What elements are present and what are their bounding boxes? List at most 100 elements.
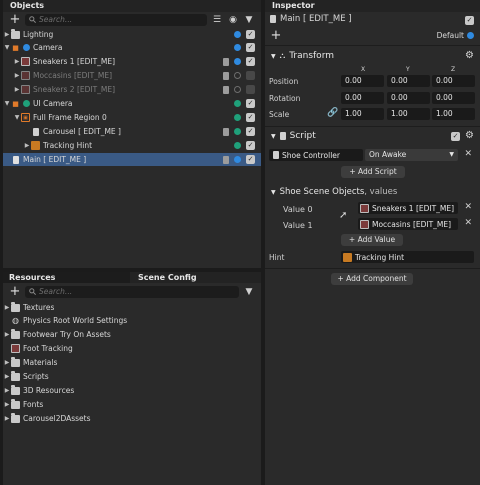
position-y-field[interactable]: 0.00 — [387, 75, 430, 87]
enabled-checkbox[interactable]: ✓ — [246, 155, 255, 164]
expand-arrow-icon[interactable]: ▶ — [13, 58, 21, 65]
script-enabled-checkbox[interactable]: ✓ — [451, 132, 460, 141]
link-scale-icon[interactable]: 🔗 — [327, 108, 338, 118]
tree-row-full-frame-region[interactable]: ▼ ▣ Full Frame Region 0 ✓ — [3, 111, 261, 124]
collapse-arrow-icon[interactable]: ▼ — [271, 53, 276, 60]
add-resource-icon[interactable]: + — [9, 285, 21, 298]
enabled-checkbox[interactable]: ✓ — [246, 43, 255, 52]
shoe-objects-header[interactable]: ▼ Shoe Scene Objects, values — [265, 184, 480, 200]
tree-row-lighting[interactable]: ▶ Lighting ✓ — [3, 28, 261, 41]
resource-item-fonts[interactable]: ▶ Fonts — [3, 398, 261, 411]
resource-item-scripts[interactable]: ▶ Scripts — [3, 370, 261, 383]
camera-icon: ■ — [12, 43, 19, 52]
expand-arrow-icon[interactable]: ▶ — [3, 31, 11, 38]
inspector-object-name[interactable]: Main [ EDIT_ME ] — [280, 14, 352, 24]
script-asset-field[interactable]: Shoe Controller — [269, 149, 363, 161]
resource-item-textures[interactable]: ▶ Textures — [3, 301, 261, 314]
value0-object-field[interactable]: Sneakers 1 [EDIT_ME] — [358, 202, 458, 214]
scale-x-field[interactable]: 1.00 — [341, 108, 384, 120]
value1-label: Value 1 — [283, 221, 313, 230]
resource-item-carousel2d[interactable]: ▶ Carousel2DAssets — [3, 412, 261, 425]
search-icon — [29, 16, 36, 23]
expand-arrow-icon[interactable]: ▶ — [3, 373, 11, 380]
layer-selector[interactable]: Default — [437, 31, 474, 40]
gear-icon[interactable]: ⚙ — [465, 130, 474, 141]
collapse-arrow-icon[interactable]: ▼ — [271, 133, 276, 140]
expand-arrow-icon[interactable]: ▶ — [3, 304, 11, 311]
tab-resources[interactable]: Resources — [3, 272, 130, 283]
enabled-checkbox[interactable]: ✓ — [246, 57, 255, 66]
tab-scene-config[interactable]: Scene Config — [130, 272, 257, 283]
collapse-arrow-icon[interactable]: ▼ — [271, 189, 276, 196]
script-section-header[interactable]: ▼ Script — [265, 128, 480, 144]
resource-item-foot-tracking[interactable]: Foot Tracking — [3, 342, 261, 355]
tree-row-main[interactable]: Main [ EDIT_ME ] ✓ — [3, 153, 261, 166]
resources-search-input[interactable]: Search... — [25, 285, 239, 298]
scale-y-field[interactable]: 1.00 — [387, 108, 430, 120]
value1-object-field[interactable]: Moccasins [EDIT_ME] — [358, 218, 458, 230]
resource-item-materials[interactable]: ▶ Materials — [3, 356, 261, 369]
remove-script-icon[interactable]: ✕ — [464, 149, 472, 159]
position-z-field[interactable]: 0.00 — [432, 75, 475, 87]
script-event-dropdown[interactable]: On Awake ▼ — [365, 149, 458, 161]
position-x-field[interactable]: 0.00 — [341, 75, 384, 87]
tree-row-carousel[interactable]: Carousel [ EDIT_ME ] ✓ — [3, 125, 261, 138]
tree-row-camera[interactable]: ▼ ■ Camera ✓ — [3, 41, 261, 54]
collapse-arrow-icon[interactable]: ▼ — [13, 114, 21, 121]
collapse-arrow-icon[interactable]: ▼ — [3, 44, 11, 51]
tree-row-sneakers-1[interactable]: ▶ Sneakers 1 [EDIT_ME] ✓ — [3, 55, 261, 68]
remove-value1-icon[interactable]: ✕ — [464, 218, 472, 228]
add-child-icon[interactable]: + — [270, 29, 282, 42]
enabled-checkbox[interactable]: ✓ — [246, 113, 255, 122]
resource-label: Fonts — [23, 400, 44, 409]
hint-object-name: Tracking Hint — [355, 252, 405, 262]
folder-icon — [11, 398, 20, 409]
expand-arrow-icon[interactable]: ▶ — [3, 359, 11, 366]
add-component-button[interactable]: + Add Component — [331, 273, 413, 285]
axis-z-label: Z — [451, 66, 456, 73]
eye-icon[interactable]: ◉ — [227, 14, 239, 26]
resource-item-footwear-assets[interactable]: ▶ Footwear Try On Assets — [3, 328, 261, 341]
collapse-arrow-icon[interactable]: ▼ — [3, 100, 11, 107]
layer-label: Default — [436, 31, 464, 40]
tree-row-sneakers-2[interactable]: ▶ Sneakers 2 [EDIT_ME] ✓ — [3, 83, 261, 96]
transform-section-header[interactable]: ▼ ⛬ Transform — [265, 48, 480, 64]
tree-row-moccasins[interactable]: ▶ Moccasins [EDIT_ME] ✓ — [3, 69, 261, 82]
add-object-icon[interactable]: + — [9, 13, 21, 26]
objects-search-input[interactable]: Search... — [25, 13, 207, 26]
tree-row-label: Sneakers 1 [EDIT_ME] — [33, 57, 116, 66]
object-enabled-checkbox[interactable]: ✓ — [465, 16, 474, 25]
enabled-checkbox[interactable]: ✓ — [246, 99, 255, 108]
add-value-button[interactable]: + Add Value — [341, 234, 403, 246]
expand-arrow-icon[interactable]: ▶ — [3, 401, 11, 408]
enabled-checkbox[interactable]: ✓ — [246, 71, 255, 80]
shoe-prefab-icon — [21, 57, 30, 66]
rotation-x-field[interactable]: 0.00 — [341, 92, 384, 104]
enabled-checkbox[interactable]: ✓ — [246, 85, 255, 94]
hint-object-field[interactable]: Tracking Hint — [341, 251, 474, 263]
gear-icon[interactable]: ⚙ — [465, 50, 474, 61]
expand-arrow-icon[interactable]: ▶ — [3, 415, 11, 422]
enabled-checkbox[interactable]: ✓ — [246, 141, 255, 150]
enabled-checkbox[interactable]: ✓ — [246, 30, 255, 39]
add-script-button[interactable]: + Add Script — [341, 166, 405, 178]
resource-item-physics-root[interactable]: ◍ Physics Root World Settings — [3, 314, 261, 327]
expand-arrow-icon[interactable]: ▶ — [3, 331, 11, 338]
folder-icon — [11, 412, 20, 423]
remove-value0-icon[interactable]: ✕ — [464, 202, 472, 212]
scale-z-field[interactable]: 1.00 — [432, 108, 475, 120]
rotation-z-field[interactable]: 0.00 — [432, 92, 475, 104]
expand-arrow-icon[interactable]: ▶ — [13, 86, 21, 93]
expand-arrow-icon[interactable]: ▶ — [13, 72, 21, 79]
sort-list-icon[interactable]: ☰ — [211, 14, 223, 26]
enabled-checkbox[interactable]: ✓ — [246, 127, 255, 136]
filter-icon[interactable]: ▼ — [243, 14, 255, 26]
tree-row-tracking-hint[interactable]: ▶ Tracking Hint ✓ — [3, 139, 261, 152]
expand-arrow-icon[interactable]: ▶ — [23, 142, 31, 149]
foot-tracking-icon — [11, 344, 20, 353]
resource-item-3d-resources[interactable]: ▶ 3D Resources — [3, 384, 261, 397]
rotation-y-field[interactable]: 0.00 — [387, 92, 430, 104]
expand-arrow-icon[interactable]: ▶ — [3, 387, 11, 394]
tree-row-ui-camera[interactable]: ▼ ■ UI Camera ✓ — [3, 97, 261, 110]
filter-icon[interactable]: ▼ — [243, 286, 255, 298]
